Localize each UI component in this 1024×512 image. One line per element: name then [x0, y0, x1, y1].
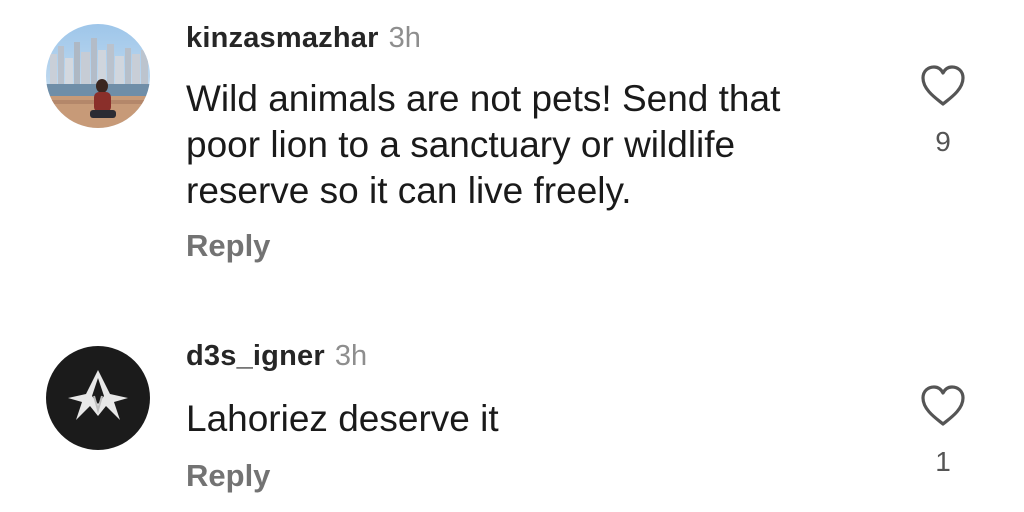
like-count: 1: [935, 446, 951, 477]
comment-header: kinzasmazhar 3h: [186, 22, 421, 55]
comment-text-line: reserve so it can live freely.: [186, 170, 632, 211]
heart-outline-icon[interactable]: [919, 64, 967, 108]
comment-text: Lahoriez deserve it: [186, 396, 886, 442]
comment-text: Wild animals are not pets! Send that poo…: [186, 76, 886, 214]
heart-outline-icon[interactable]: [919, 384, 967, 428]
username[interactable]: d3s_igner: [186, 340, 325, 372]
like-group: 1: [918, 384, 968, 478]
reply-button[interactable]: Reply: [186, 458, 270, 494]
avatar-photo-icon: [46, 24, 150, 128]
timestamp: 3h: [334, 340, 368, 372]
like-group: 9: [918, 64, 968, 158]
comment-text-line: Lahoriez deserve it: [186, 398, 499, 439]
avatar[interactable]: [46, 346, 150, 450]
like-count: 9: [935, 126, 951, 157]
avatar[interactable]: [46, 24, 150, 128]
comment-item: kinzasmazhar 3h Wild animals are not pets…: [0, 0, 1024, 300]
timestamp: 3h: [388, 22, 421, 54]
comment-header: d3s_igner 3h: [186, 340, 367, 373]
username[interactable]: kinzasmazhar: [186, 22, 379, 54]
logo-avatar-icon: [46, 346, 150, 450]
reply-button[interactable]: Reply: [186, 228, 270, 264]
comment-text-line: poor lion to a sanctuary or wildlife: [186, 124, 736, 165]
comment-item: d3s_igner 3h Lahoriez deserve it Reply 1: [0, 300, 1024, 512]
comment-text-line: Wild animals are not pets! Send that: [186, 78, 781, 119]
